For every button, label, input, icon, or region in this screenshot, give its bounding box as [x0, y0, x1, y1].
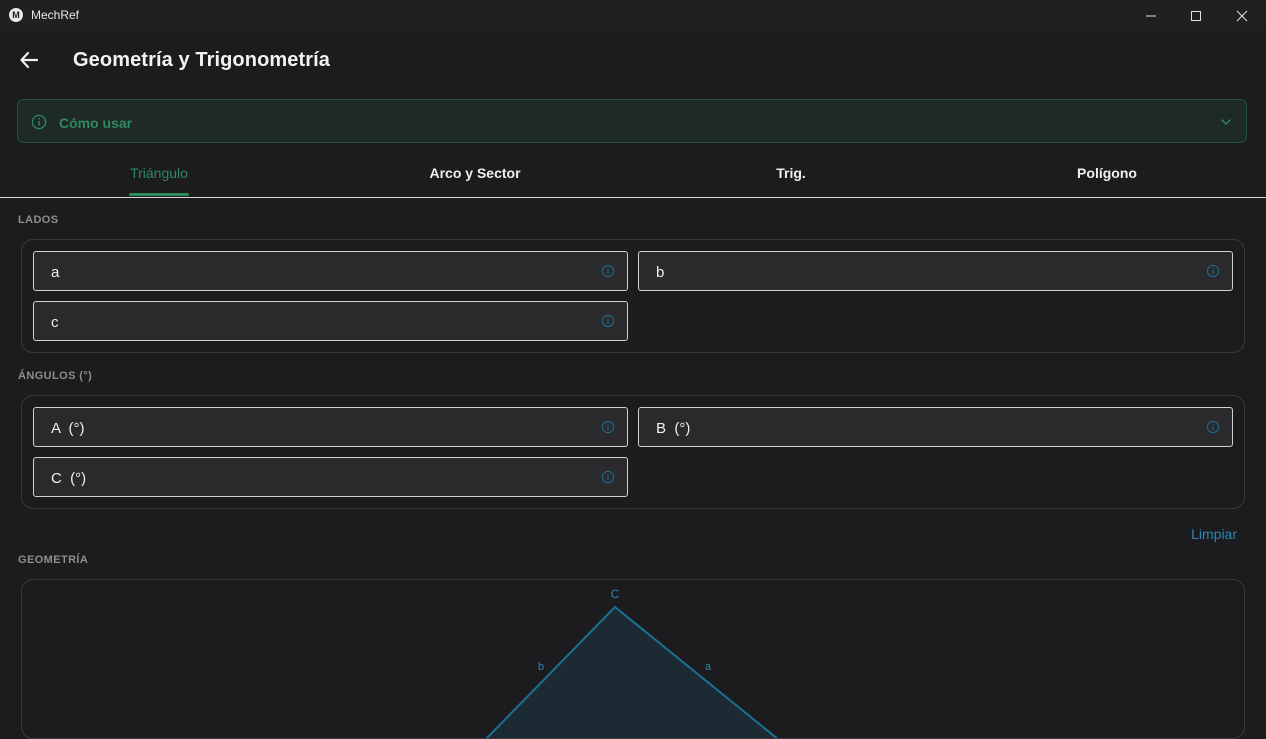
angle-b-label: B (°)	[656, 420, 691, 437]
side-a-label: a	[51, 264, 60, 281]
info-icon	[31, 114, 47, 130]
sides-group: a b c	[21, 239, 1245, 353]
maximize-icon	[1191, 10, 1201, 21]
info-icon[interactable]	[1206, 420, 1220, 434]
side-c-input[interactable]: c	[33, 301, 628, 341]
geometry-canvas: C b a	[21, 579, 1245, 739]
app-logo-icon: M	[9, 8, 23, 22]
close-icon	[1236, 10, 1248, 21]
angles-section-label: ÁNGULOS (°)	[18, 370, 93, 382]
how-to-use-expander[interactable]: Cómo usar	[17, 99, 1247, 143]
side-b-label: b	[656, 264, 665, 281]
page-title: Geometría y Trigonometría	[73, 49, 331, 71]
angle-a-input[interactable]: A (°)	[33, 407, 628, 447]
side-b-diagram-label: b	[538, 661, 544, 673]
back-button[interactable]	[17, 47, 43, 73]
minimize-icon	[1146, 15, 1156, 16]
info-icon[interactable]	[601, 264, 615, 278]
clear-button[interactable]: Limpiar	[1191, 526, 1237, 542]
angle-c-input[interactable]: C (°)	[33, 457, 628, 497]
side-b-input[interactable]: b	[638, 251, 1233, 291]
maximize-button[interactable]	[1173, 0, 1219, 31]
how-to-use-label: Cómo usar	[59, 115, 133, 131]
tab-trig[interactable]: Trig.	[776, 165, 806, 181]
side-a-input[interactable]: a	[33, 251, 628, 291]
info-icon[interactable]	[601, 470, 615, 484]
chevron-down-icon	[1221, 119, 1231, 125]
sides-section-label: LADOS	[18, 214, 59, 226]
tab-arc-sector[interactable]: Arco y Sector	[429, 165, 520, 181]
arrow-left-icon	[20, 51, 39, 69]
angles-group: A (°) B (°) C (°)	[21, 395, 1245, 509]
angle-b-input[interactable]: B (°)	[638, 407, 1233, 447]
info-icon[interactable]	[601, 420, 615, 434]
active-tab-indicator	[129, 193, 189, 196]
minimize-button[interactable]	[1128, 0, 1174, 31]
info-icon[interactable]	[1206, 264, 1220, 278]
app-name: MechRef	[31, 8, 80, 22]
triangle-diagram: C b a	[485, 587, 779, 738]
close-button[interactable]	[1219, 0, 1265, 31]
tab-polygon[interactable]: Polígono	[1077, 165, 1137, 181]
angle-c-label: C (°)	[51, 470, 87, 487]
vertex-c-label: C	[611, 587, 620, 601]
angle-a-label: A (°)	[51, 420, 85, 437]
side-c-label: c	[51, 314, 59, 331]
side-a-diagram-label: a	[705, 661, 712, 673]
title-bar: M MechRef	[0, 0, 1266, 31]
info-icon[interactable]	[601, 314, 615, 328]
tab-triangle[interactable]: Triángulo	[130, 165, 188, 181]
triangle-shape	[485, 606, 779, 738]
geometry-section-label: GEOMETRÍA	[18, 554, 89, 566]
tab-bar: Triángulo Arco y Sector Trig. Polígono	[0, 151, 1266, 198]
